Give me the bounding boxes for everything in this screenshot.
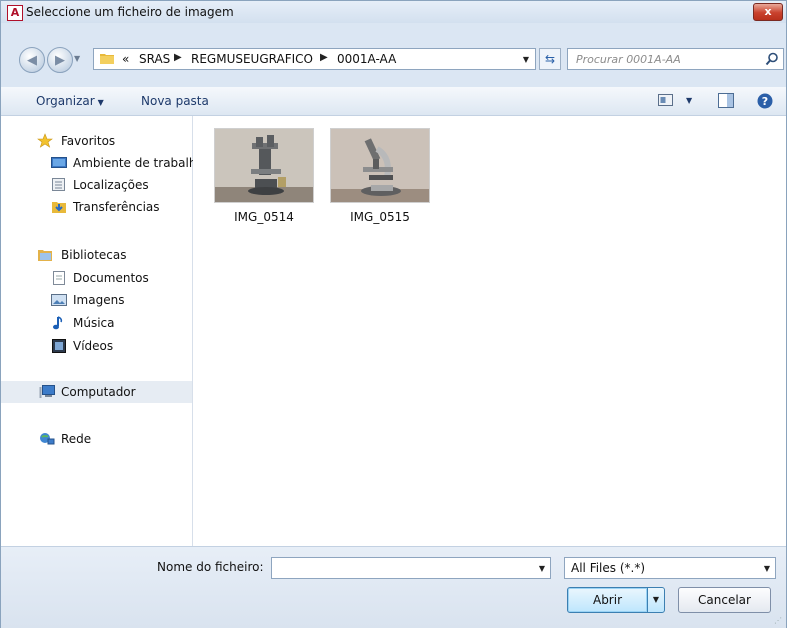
file-list[interactable]: IMG_0514 IMG_0515 <box>193 116 786 546</box>
back-button[interactable]: ◀ <box>19 47 45 73</box>
title-bar[interactable]: A Seleccione um ficheiro de imagem x <box>1 1 786 23</box>
file-name: IMG_0514 <box>234 210 294 224</box>
libraries-icon <box>37 247 53 263</box>
open-options-dropdown[interactable]: ▼ <box>647 587 665 613</box>
sidebar-item-label: Localizações <box>73 178 149 192</box>
videos-icon <box>51 338 67 354</box>
chevron-down-icon: ▼ <box>652 595 660 604</box>
file-item-img-0514[interactable]: IMG_0514 <box>209 126 319 226</box>
new-folder-button[interactable]: Nova pasta <box>141 94 209 108</box>
breadcrumb-current-folder[interactable]: 0001A-AA <box>337 52 396 66</box>
search-box[interactable]: Procurar 0001A-AA <box>567 48 784 70</box>
computer-icon <box>39 384 55 400</box>
view-options-icon[interactable] <box>658 93 674 107</box>
organize-label: Organizar <box>36 94 95 108</box>
forward-arrow-icon: ▶ <box>55 53 65 68</box>
sidebar-item-documents[interactable]: Documentos <box>1 267 192 289</box>
image-thumbnail <box>214 128 314 203</box>
refresh-button[interactable]: ⇆ <box>539 48 561 70</box>
sidebar-item-desktop[interactable]: Ambiente de trabalh <box>1 152 196 174</box>
sidebar-item-label: Música <box>73 316 115 330</box>
navigation-pane: Favoritos Ambiente de trabalh Localizaçõ… <box>1 116 196 546</box>
address-bar[interactable]: « SRAS ▶ REGMUSEUGRAFICO ▶ 0001A-AA ▼ <box>93 48 536 70</box>
footer-panel: Nome do ficheiro: ▼ All Files (*.*) ▼ Ab… <box>1 546 786 628</box>
search-placeholder: Procurar 0001A-AA <box>576 53 681 66</box>
sidebar-item-computer[interactable]: Computador <box>1 381 192 403</box>
refresh-icon: ⇆ <box>544 52 556 66</box>
preview-pane-icon[interactable] <box>718 93 734 108</box>
sidebar-item-label: Ambiente de trabalh <box>73 156 197 170</box>
image-thumbnail <box>330 128 430 203</box>
recent-places-icon <box>51 177 67 193</box>
sidebar-item-recent-places[interactable]: Localizações <box>1 174 192 196</box>
breadcrumb-separator-icon[interactable]: ▶ <box>320 52 328 63</box>
svg-text:?: ? <box>762 95 768 108</box>
breadcrumb-overflow[interactable]: « <box>122 52 129 66</box>
organize-menu[interactable]: Organizar ▼ <box>36 94 104 108</box>
chevron-down-icon: ▼ <box>97 98 104 107</box>
window-title: Seleccione um ficheiro de imagem <box>26 5 234 19</box>
sidebar-item-favorites[interactable]: Favoritos <box>1 130 192 152</box>
file-item-img-0515[interactable]: IMG_0515 <box>325 126 435 226</box>
navigation-bar: ◀ ▶ ▼ « SRAS ▶ REGMUSEUGRAFICO ▶ 0001A-A… <box>1 43 786 73</box>
breadcrumb-regmuseugrafico[interactable]: REGMUSEUGRAFICO <box>191 52 313 66</box>
sidebar-item-downloads[interactable]: Transferências <box>1 196 192 218</box>
sidebar-item-network[interactable]: Rede <box>1 428 192 450</box>
star-icon <box>37 133 53 149</box>
search-icon[interactable] <box>765 52 779 66</box>
sidebar-item-label: Computador <box>61 385 136 399</box>
forward-button[interactable]: ▶ <box>47 47 73 73</box>
sidebar-item-music[interactable]: Música <box>1 312 192 334</box>
command-toolbar: Organizar ▼ Nova pasta ▼ ? <box>1 87 786 116</box>
documents-icon <box>51 270 67 286</box>
close-button[interactable]: x <box>753 3 783 21</box>
sidebar-item-label: Bibliotecas <box>61 248 127 262</box>
file-name-field[interactable]: ▼ <box>271 557 551 579</box>
file-name-dropdown-icon[interactable]: ▼ <box>539 564 545 573</box>
file-name: IMG_0515 <box>350 210 410 224</box>
open-button[interactable]: Abrir <box>567 587 648 613</box>
sidebar-item-label: Vídeos <box>73 339 114 353</box>
desktop-icon <box>51 155 67 171</box>
back-arrow-icon: ◀ <box>27 53 37 68</box>
address-dropdown-icon[interactable]: ▼ <box>523 55 529 64</box>
file-name-label: Nome do ficheiro: <box>157 560 264 574</box>
sidebar-item-libraries[interactable]: Bibliotecas <box>1 244 192 266</box>
file-type-filter[interactable]: All Files (*.*) ▼ <box>564 557 776 579</box>
sidebar-item-label: Favoritos <box>61 134 116 148</box>
sidebar-item-label: Rede <box>61 432 92 446</box>
sidebar-item-label: Transferências <box>73 200 160 214</box>
music-icon <box>51 315 67 331</box>
file-type-filter-value: All Files (*.*) <box>571 561 646 575</box>
sidebar-item-videos[interactable]: Vídeos <box>1 335 192 357</box>
breadcrumb-sras[interactable]: SRAS <box>139 52 170 66</box>
sidebar-item-label: Imagens <box>73 293 125 307</box>
app-icon: A <box>7 5 23 21</box>
chevron-down-icon[interactable]: ▼ <box>764 564 770 573</box>
pictures-icon <box>51 292 67 308</box>
file-open-dialog: A Seleccione um ficheiro de imagem x ◀ ▶… <box>0 0 787 628</box>
breadcrumb-separator-icon[interactable]: ▶ <box>174 52 182 63</box>
network-icon <box>39 431 55 447</box>
downloads-folder-icon <box>51 199 67 215</box>
view-options-dropdown-icon[interactable]: ▼ <box>686 96 692 105</box>
help-icon[interactable]: ? <box>757 93 773 109</box>
sidebar-item-pictures[interactable]: Imagens <box>1 289 192 311</box>
resize-grip-icon[interactable]: ⋰ <box>774 616 784 626</box>
folder-icon <box>100 54 114 64</box>
sidebar-item-label: Documentos <box>73 271 149 285</box>
cancel-button[interactable]: Cancelar <box>678 587 771 613</box>
recent-locations-dropdown[interactable]: ▼ <box>74 54 80 63</box>
